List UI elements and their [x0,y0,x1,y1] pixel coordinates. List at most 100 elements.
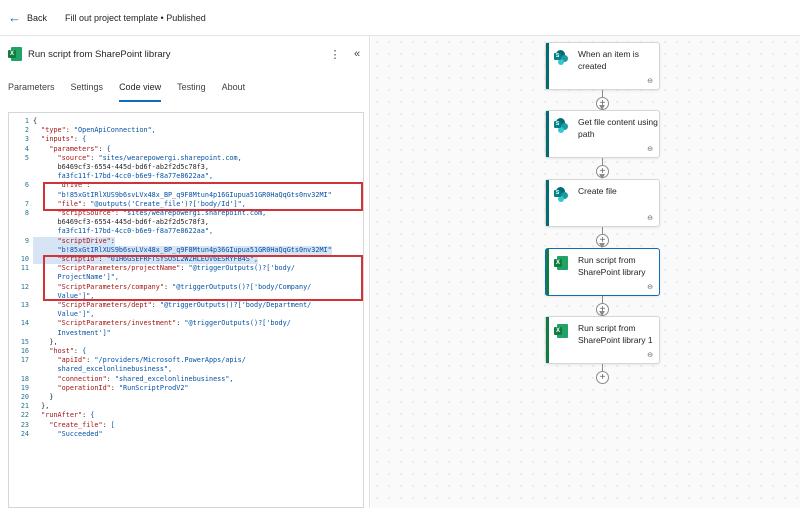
line-number: 21 [20,402,29,411]
code-line: b6469cf3-6554-445d-bd6f-ab2f2d5c78f3, [33,218,209,227]
code-line: shared_excelonlinebusiness", [33,365,173,374]
step-label: When an item is created [578,49,639,71]
code-line: "parameters": { [33,144,111,153]
line-number: 5 [24,153,29,162]
connector-line [602,158,603,165]
back-button[interactable]: ← Back [8,11,47,24]
drive-highlight-box [43,182,363,211]
sharepoint-icon: S [554,50,568,65]
line-number: 13 [20,301,29,309]
code-line: "host": { [33,347,87,355]
line-number: 1 [24,117,29,125]
line-number: 24 [20,429,29,438]
connector-line [602,227,603,234]
code-line: "Create_file": [ [33,420,115,429]
breadcrumb: Fill out project template • Published [65,12,206,23]
code-line: "ScriptParameters/dept": "@triggerOutput… [33,301,312,309]
panel-header: X Run script from SharePoint library ⋮ « [8,44,364,64]
line-number: 12 [20,282,29,291]
flow-step-card[interactable]: S Get file content using path ⊖ [545,110,660,158]
sharepoint-icon: S [554,187,568,202]
panel-tabs: Parameters Settings Code view Testing Ab… [8,82,261,102]
line-number: 2 [24,126,29,135]
link-icon: ⊖ [647,215,653,222]
tab-about[interactable]: About [222,82,246,102]
flow-step-card[interactable]: S When an item is created ⊖ [545,42,660,90]
code-line: "connection": "shared_excelonlinebusines… [33,374,234,383]
code-line: "scriptDrive": [33,236,115,246]
step-accent-strip [546,180,549,226]
code-line: "operationId": "RunScriptProdV2" [33,383,189,392]
line-number: 7 [24,199,29,208]
code-line: fa3fc11f-17bd-4cc0-b6e9-f8a77e8622aa", [33,172,214,181]
flow-step-card[interactable]: X Run script from SharePoint library ⊖ [545,248,660,296]
more-options-icon[interactable]: ⋮ [328,48,342,61]
connector-line [602,296,603,303]
code-line: Value']", [33,310,95,319]
step-label: Get file content using path [578,117,658,139]
line-number: 18 [20,374,29,383]
line-number: 4 [24,144,29,153]
flow-step-card[interactable]: S Create file ⊖ [545,179,660,227]
back-arrow-icon: ← [8,10,21,25]
link-icon: ⊖ [647,284,653,291]
add-step-button[interactable]: + [596,371,609,384]
code-line: Investment']" [33,328,111,337]
step-label: Create file [578,186,617,196]
code-line: "Succeeded" [33,429,103,438]
line-number: 16 [20,347,29,355]
tab-settings[interactable]: Settings [71,82,104,102]
tab-parameters[interactable]: Parameters [8,82,55,102]
line-number: 6 [24,181,29,190]
code-line: "runAfter": { [33,411,95,420]
step-label: Run script from SharePoint library [578,255,646,277]
link-icon: ⊖ [647,146,653,153]
code-line: } [33,393,54,401]
step-accent-strip [546,111,549,157]
line-number: 14 [20,319,29,328]
step-accent-strip [546,249,549,295]
code-line: { [33,117,38,125]
code-line: "inputs": { [33,135,87,144]
excel-icon: X [8,47,22,61]
line-number: 9 [24,236,29,245]
code-line: b6469cf3-6554-445d-bd6f-ab2f2d5c78f3, [33,163,209,171]
flow-step-card[interactable]: X Run script from SharePoint library 1 ⊖ [545,316,660,364]
step-accent-strip [546,317,549,363]
panel-title: Run script from SharePoint library [28,48,171,60]
code-line: "b!85xGtIRlXUS9b6svLVx48x_BP_q9F8Mtun4p3… [33,245,332,255]
code-line: }, [33,337,58,346]
line-number: 20 [20,393,29,401]
step-accent-strip [546,43,549,89]
line-number: 23 [20,420,29,429]
collapse-panel-icon[interactable]: « [350,48,364,60]
top-bar: ← Back Fill out project template • Publi… [0,0,800,36]
line-number-gutter: 1 2 3 4 5 6 7 8 9 10 11 12 13 14 15 16 17 18 19 20 21 22 23 24 [9,113,31,507]
line-number: 15 [20,337,29,346]
line-number: 17 [20,356,29,365]
code-line: "source": "sites/wearepowergi.sharepoint… [33,153,242,162]
tab-testing[interactable]: Testing [177,82,206,102]
line-number: 10 [20,255,29,263]
connector-line [602,364,603,371]
connector-line [602,90,603,97]
code-line: "apiId": "/providers/Microsoft.PowerApps… [33,356,246,365]
excel-icon: X [554,256,568,270]
tab-code-view[interactable]: Code view [119,82,162,102]
code-editor[interactable]: 1 2 3 4 5 6 7 8 9 10 11 12 13 14 15 16 17 18 19 20 21 22 23 24 … [8,112,364,508]
flow-canvas[interactable]: S When an item is created ⊖ + S Get file cont… [371,36,800,508]
action-details-panel: X Run script from SharePoint library ⋮ «… [0,36,370,508]
excel-icon: X [554,324,568,338]
link-icon: ⊖ [647,78,653,85]
step-label: Run script from SharePoint library 1 [578,323,653,345]
code-line: fa3fc11f-17bd-4cc0-b6e9-f8a77e8622aa", [33,227,214,236]
back-label: Back [27,12,48,23]
line-number: 19 [20,383,29,392]
line-number: 11 [20,264,29,273]
line-number: 3 [24,135,29,144]
code-line: "type": "OpenApiConnection", [33,126,156,135]
sharepoint-icon: S [554,118,568,133]
code-line: "ScriptParameters/investment": "@trigger… [33,319,291,328]
link-icon: ⊖ [647,352,653,359]
line-number: 8 [24,209,29,217]
